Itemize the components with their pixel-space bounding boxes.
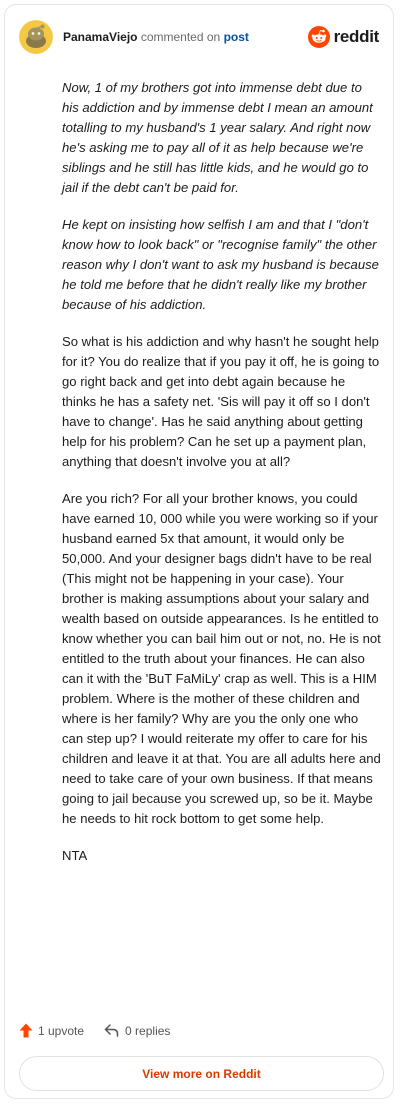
upvote-arrow-icon [19,1023,33,1038]
reddit-logo-icon [307,26,330,48]
comment-footer: 1 upvote 0 replies [19,1023,170,1038]
comment-card: PanamaViejo commented on post reddit Now… [4,4,394,1099]
snoo-avatar-icon [19,20,53,54]
upvote-count: 1 upvote [38,1023,85,1038]
view-more-button[interactable]: View more on Reddit [19,1056,384,1091]
avatar[interactable] [19,20,53,54]
comment-byline: PanamaViejo commented on post [63,30,249,44]
reply-count: 0 replies [125,1023,171,1038]
comment-paragraph: Are you rich? For all your brother knows… [62,491,381,826]
username[interactable]: PanamaViejo [63,30,137,44]
reddit-brand[interactable]: reddit [307,26,380,48]
comment-header: PanamaViejo commented on post reddit [19,19,379,55]
replies-button[interactable]: 0 replies [104,1024,170,1038]
comment-paragraph-quote: Now, 1 of my brothers got into immense d… [62,80,373,195]
comment-paragraph-verdict: NTA [62,848,88,863]
upvote-button[interactable]: 1 upvote [19,1023,84,1038]
action-text: commented on [140,30,221,44]
comment-body: Now, 1 of my brothers got into immense d… [62,78,382,883]
comment-paragraph: So what is his addiction and why hasn't … [62,334,380,469]
reply-arrow-icon [104,1024,119,1037]
comment-paragraph-quote: He kept on insisting how selfish I am an… [62,217,379,312]
post-link[interactable]: post [224,30,249,44]
reddit-wordmark: reddit [333,27,380,46]
